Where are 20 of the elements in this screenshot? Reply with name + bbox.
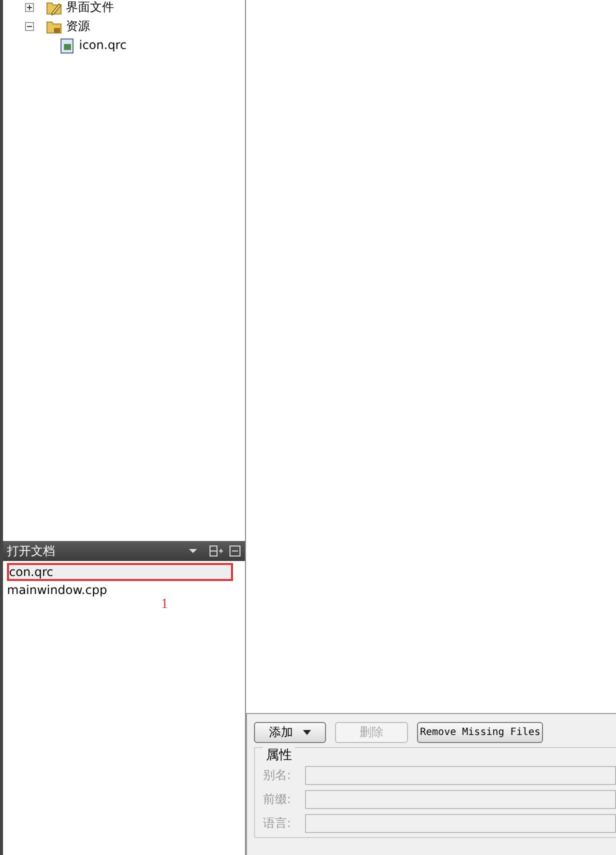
tree-item[interactable]: 资源 (66, 19, 90, 34)
field-label: 语言: (263, 815, 292, 832)
file-icon (59, 38, 75, 54)
add-dropdown-button[interactable]: 添加 (254, 722, 326, 743)
expand-toggle[interactable] (25, 22, 34, 31)
split-icon[interactable] (209, 545, 223, 557)
document-item[interactable]: mainwindow.cpp (3, 581, 245, 599)
close-panel-icon[interactable] (229, 545, 241, 557)
folder-pencil-icon (46, 0, 62, 16)
tree-item[interactable]: icon.qrc (79, 38, 127, 53)
expand-toggle[interactable] (25, 3, 34, 12)
field-label: 别名: (263, 767, 292, 784)
dropdown-icon[interactable] (189, 549, 197, 553)
button[interactable]: Remove Missing Files (417, 722, 544, 743)
panel-title: 打开文档 (7, 542, 56, 560)
annotation-number: 1 (161, 597, 168, 613)
document-item[interactable]: con.qrc (7, 563, 233, 581)
field-label: 前缀: (263, 791, 292, 808)
tree-item[interactable]: 界面文件 (66, 0, 114, 15)
group-title: 属性 (263, 746, 295, 764)
